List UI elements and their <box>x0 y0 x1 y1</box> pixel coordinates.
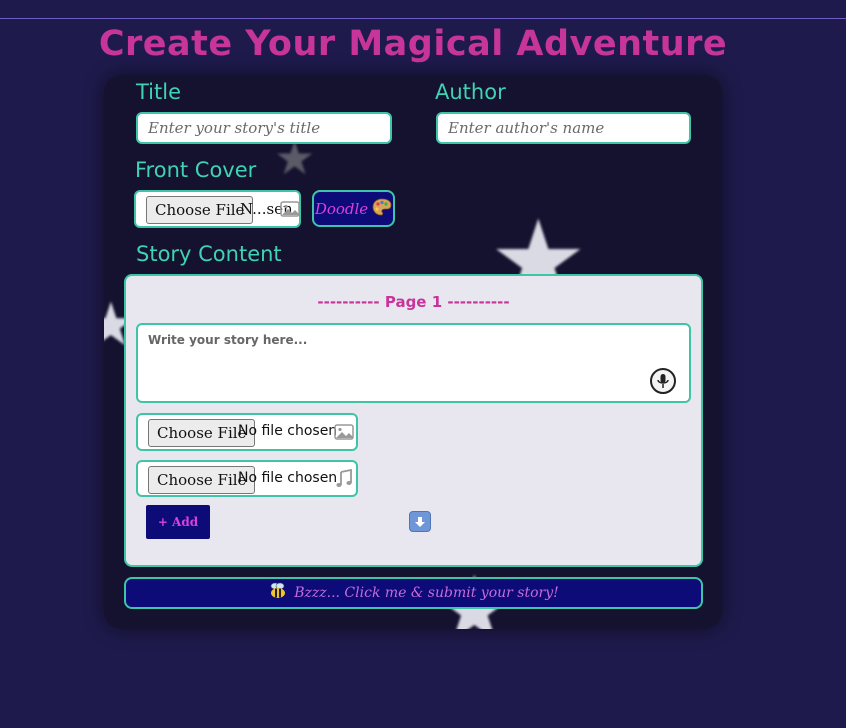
image-file-status: No file chosen <box>238 423 338 439</box>
top-divider <box>0 18 846 19</box>
add-page-button[interactable]: + Add <box>146 505 210 539</box>
author-label: Author <box>435 80 506 104</box>
doodle-label: Doodle <box>314 199 369 218</box>
bee-icon <box>268 582 288 604</box>
palette-icon <box>372 198 392 220</box>
front-cover-label: Front Cover <box>135 158 257 182</box>
page-title: Create Your Magical Adventure <box>98 24 728 64</box>
title-label: Title <box>136 80 182 104</box>
submit-story-button[interactable]: Bzzz... Click me & submit your story! <box>124 577 703 609</box>
story-text-input[interactable] <box>136 323 691 403</box>
story-content-label: Story Content <box>136 242 282 266</box>
doodle-button[interactable]: Doodle <box>312 190 395 227</box>
page-audio-file-input[interactable]: Choose File No file chosen <box>136 460 358 497</box>
cover-file-input[interactable]: Choose File N...sen <box>134 190 301 228</box>
cover-choose-file-button[interactable]: Choose File <box>146 196 254 224</box>
music-note-icon <box>335 468 353 493</box>
audio-file-status: No file chosen <box>238 470 338 486</box>
page-heading: ---------- Page 1 ---------- <box>317 293 510 311</box>
microphone-icon[interactable] <box>650 368 676 394</box>
submit-label: Bzzz... Click me & submit your story! <box>294 585 559 601</box>
image-icon <box>280 201 300 221</box>
image-icon <box>334 424 354 444</box>
author-input[interactable] <box>436 112 691 144</box>
title-input[interactable] <box>136 112 392 144</box>
story-page-panel: ---------- Page 1 ---------- Choose File… <box>124 274 703 567</box>
page-image-file-input[interactable]: Choose File No file chosen <box>136 413 358 451</box>
down-arrow-icon[interactable] <box>409 511 431 532</box>
